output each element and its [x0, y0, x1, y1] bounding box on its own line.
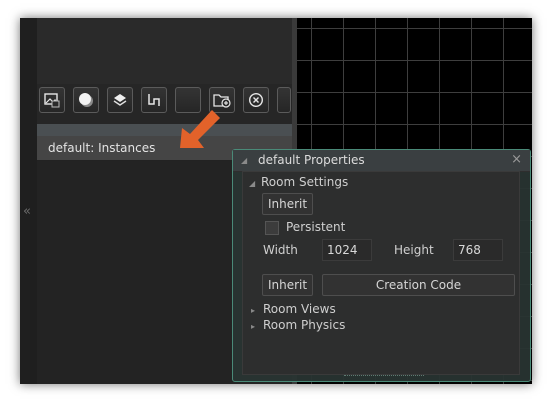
- inherit-button[interactable]: Inherit: [262, 193, 313, 215]
- width-field[interactable]: 1024: [322, 239, 372, 261]
- image-icon[interactable]: [39, 87, 65, 113]
- persistent-label: Persistent: [286, 220, 346, 234]
- room-views-section[interactable]: ▸ Room Views: [251, 302, 336, 316]
- close-icon[interactable]: ×: [511, 152, 522, 167]
- room-editor-window: « default: Instances ◢ default Propertie…: [20, 18, 532, 384]
- panel-separator-bar: [37, 124, 292, 136]
- room-physics-section[interactable]: ▸ Room Physics: [251, 318, 345, 332]
- dialog-title-bar[interactable]: ◢ default Properties ×: [233, 150, 530, 172]
- room-views-label: Room Views: [263, 302, 336, 316]
- properties-dialog: ◢ default Properties × ◢ Room Settings In…: [232, 149, 531, 382]
- persistent-checkbox[interactable]: [265, 221, 279, 235]
- expanded-triangle-icon: ◢: [249, 179, 256, 188]
- resize-grip[interactable]: [344, 375, 424, 379]
- collapsed-side-strip: «: [20, 18, 37, 384]
- collapse-triangle-icon[interactable]: ◢: [241, 156, 247, 165]
- collapse-left-icon[interactable]: «: [23, 205, 31, 218]
- overflow-toolbar-button[interactable]: [277, 87, 291, 113]
- room-physics-label: Room Physics: [263, 318, 346, 332]
- properties-content: ◢ Room Settings Inherit Persistent Width …: [242, 171, 520, 375]
- collapsed-triangle-icon: ▸: [251, 306, 256, 315]
- width-label: Width: [263, 243, 298, 257]
- height-label: Height: [394, 243, 434, 257]
- close-circle-icon[interactable]: [243, 87, 269, 113]
- room-settings-heading: Room Settings: [261, 175, 349, 189]
- collapsed-triangle-icon: ▸: [251, 322, 256, 331]
- height-field[interactable]: 768: [453, 239, 503, 261]
- path-icon[interactable]: [141, 87, 167, 113]
- room-settings-section[interactable]: ◢ Room Settings: [249, 175, 348, 189]
- dialog-title: default Properties: [258, 153, 365, 167]
- circle-icon[interactable]: [73, 87, 99, 113]
- layers-icon[interactable]: [107, 87, 133, 113]
- panel-top-area: [37, 18, 292, 84]
- inherit-code-button[interactable]: Inherit: [262, 274, 313, 296]
- creation-code-button[interactable]: Creation Code: [322, 274, 515, 296]
- pointer-arrow-icon: [180, 110, 220, 148]
